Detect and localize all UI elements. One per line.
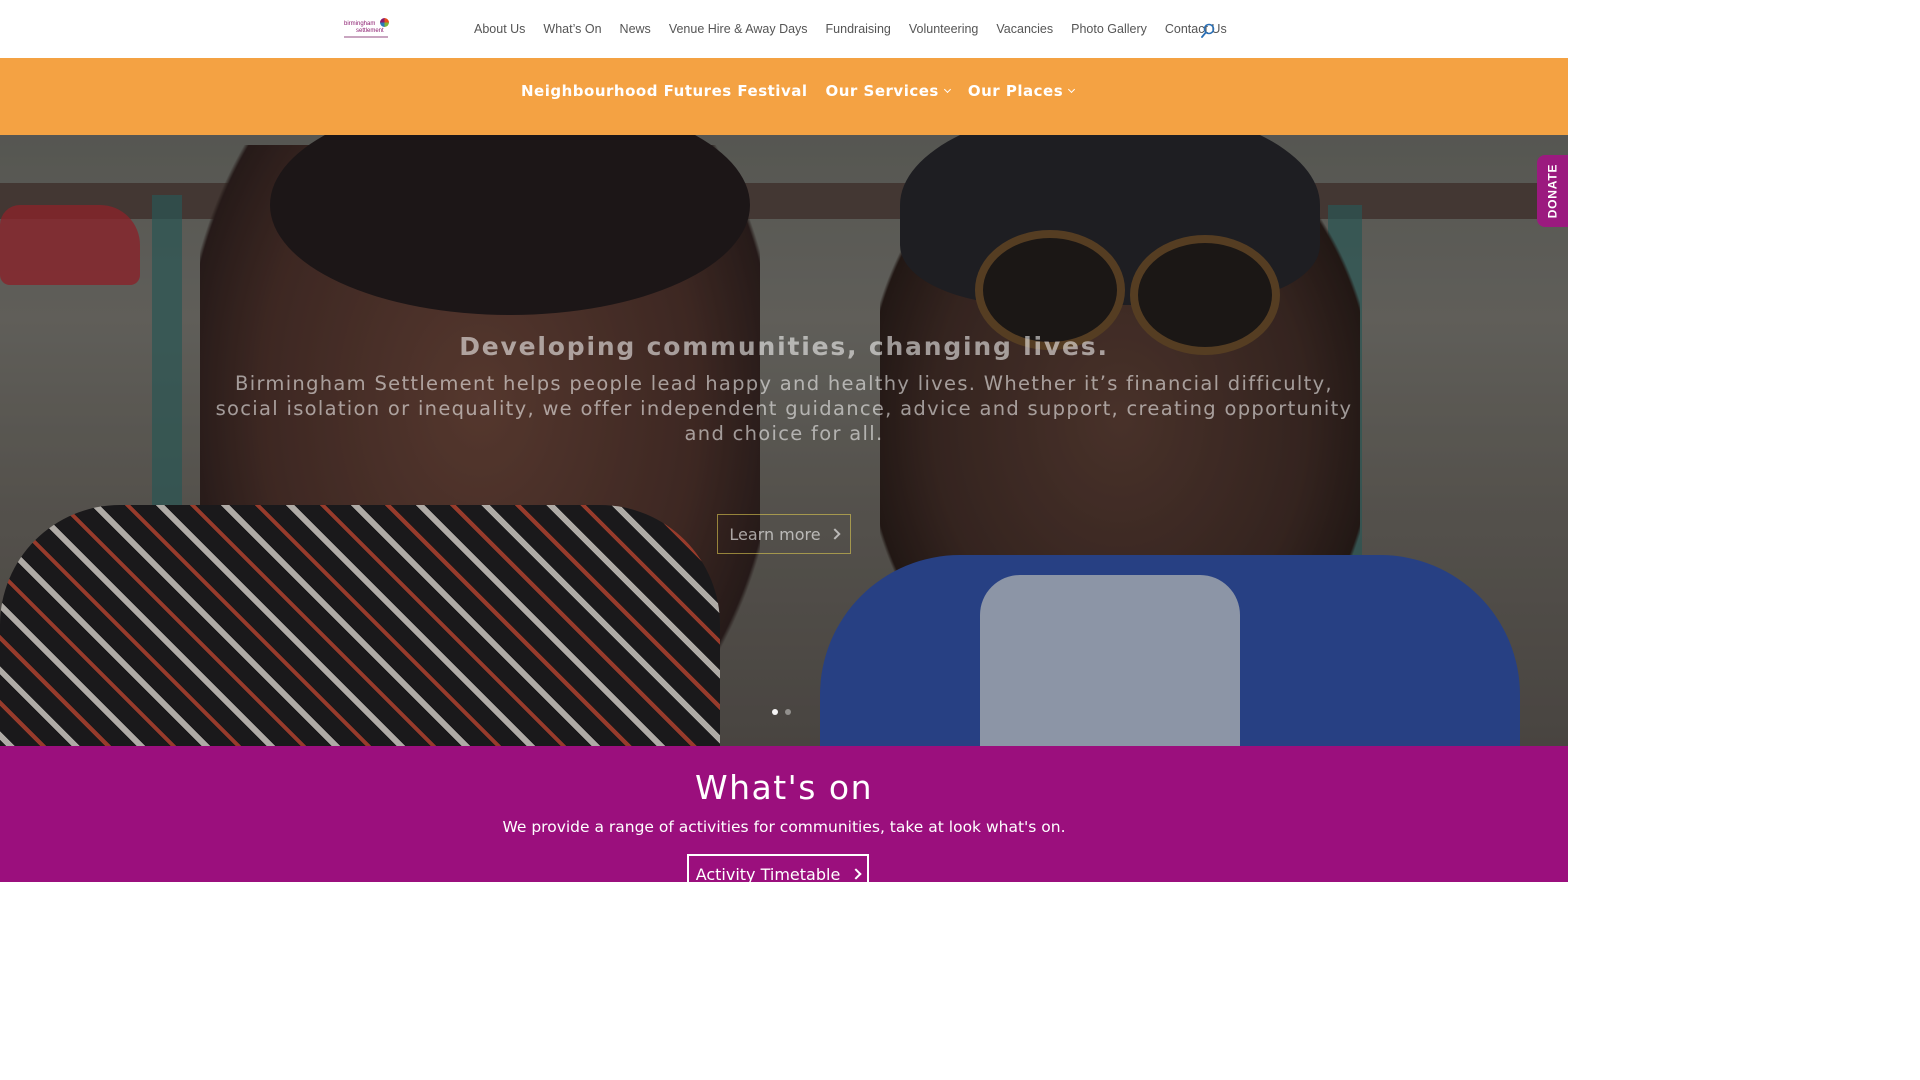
slider-dot-1[interactable]	[772, 709, 778, 715]
nav-fundraising[interactable]: Fundraising	[826, 22, 891, 36]
chevron-down-icon	[943, 85, 951, 94]
nav-item-label: Our Places	[967, 82, 1064, 100]
hero-slider: Developing communities, changing lives. …	[0, 135, 1568, 746]
chevron-down-icon	[1068, 85, 1076, 94]
learn-more-button[interactable]: Learn more	[717, 514, 851, 554]
main-nav: Neighbourhood Futures Festival Our Servi…	[521, 82, 1076, 100]
nav-venue-hire[interactable]: Venue Hire & Away Days	[669, 22, 808, 36]
nav-neighbourhood-futures-festival[interactable]: Neighbourhood Futures Festival	[521, 82, 808, 100]
learn-more-label: Learn more	[729, 524, 821, 544]
nav-contact-us[interactable]: Contact Us	[1165, 22, 1227, 36]
slider-dot-2[interactable]	[785, 709, 791, 715]
hero-subtitle: Birmingham Settlement helps people lead …	[215, 372, 1353, 445]
logo-mark-icon	[380, 18, 389, 27]
logo-text-line1: birmingham	[344, 21, 376, 27]
chevron-right-icon	[828, 528, 841, 540]
search-icon[interactable]	[1201, 23, 1215, 39]
nav-about-us[interactable]: About Us	[474, 22, 525, 36]
nav-our-places[interactable]: Our Places	[967, 82, 1076, 100]
whats-on-title: What's on	[694, 768, 874, 807]
nav-vacancies[interactable]: Vacancies	[996, 22, 1053, 36]
whats-on-subtitle: We provide a range of activities for com…	[502, 818, 1066, 836]
top-header: birmingham settlement About Us What’s On…	[0, 0, 1568, 58]
site-logo[interactable]: birmingham settlement	[342, 16, 392, 44]
chevron-right-icon	[850, 868, 862, 880]
slider-dots	[772, 709, 791, 715]
nav-our-services[interactable]: Our Services	[825, 82, 951, 100]
donate-button[interactable]: DONATE	[1537, 155, 1568, 227]
logo-text-line2: settlement	[356, 28, 384, 34]
whats-on-section: What's on We provide a range of activiti…	[0, 746, 1568, 894]
hero-title: Developing communities, changing lives.	[459, 332, 1109, 361]
nav-item-label: Our Services	[825, 82, 939, 100]
nav-volunteering[interactable]: Volunteering	[909, 22, 979, 36]
nav-photo-gallery[interactable]: Photo Gallery	[1071, 22, 1147, 36]
top-nav: About Us What’s On News Venue Hire & Awa…	[474, 22, 1227, 36]
nav-whats-on[interactable]: What’s On	[543, 22, 601, 36]
nav-news[interactable]: News	[620, 22, 651, 36]
main-nav-bar: Neighbourhood Futures Festival Our Servi…	[0, 58, 1568, 135]
logo-tagline-bar	[344, 36, 388, 38]
hero-content: Developing communities, changing lives. …	[0, 135, 1568, 746]
nav-item-label: Neighbourhood Futures Festival	[521, 82, 808, 100]
activity-timetable-button[interactable]: Activity Timetable	[687, 854, 869, 894]
donate-label: DONATE	[1545, 163, 1560, 219]
activity-timetable-label: Activity Timetable	[695, 864, 841, 884]
